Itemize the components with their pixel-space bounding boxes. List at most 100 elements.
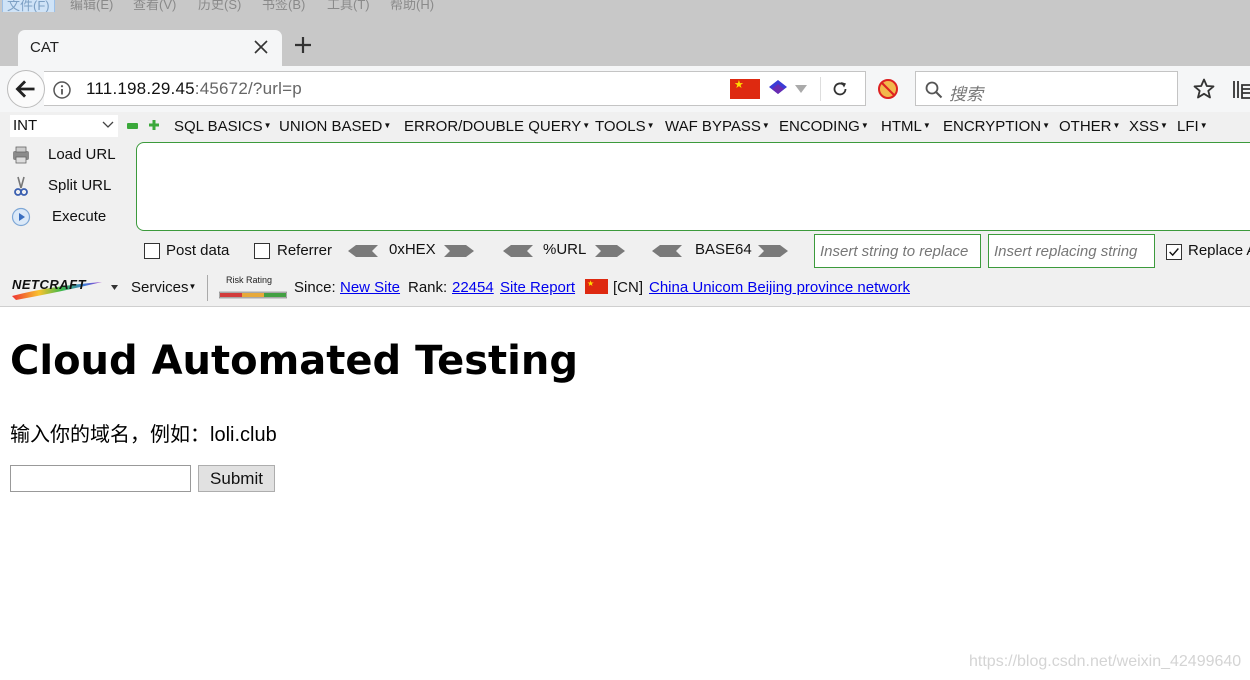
- china-flag-icon: ★: [585, 279, 608, 294]
- services-menu[interactable]: Services▼: [131, 279, 196, 296]
- watermark: https://blog.csdn.net/weixin_42499640: [969, 653, 1242, 670]
- site-report-link[interactable]: Site Report: [500, 279, 575, 296]
- menu-label: XSS: [1129, 118, 1160, 135]
- referrer-label: Referrer: [277, 242, 333, 259]
- menu-sql-basics[interactable]: SQL BASICS▼: [174, 118, 272, 135]
- minus-icon[interactable]: [127, 123, 138, 129]
- network-link[interactable]: China Unicom Beijing province network: [649, 279, 910, 296]
- injection-type-select[interactable]: INT: [10, 115, 118, 137]
- tab-title: CAT: [30, 39, 59, 56]
- menu-html[interactable]: HTML▼: [881, 118, 931, 135]
- url-path: :45672/?url=p: [194, 79, 302, 98]
- tab-cat[interactable]: CAT: [18, 30, 282, 66]
- hackbar-url-textarea[interactable]: [136, 142, 1250, 231]
- execute-label: Execute: [52, 208, 107, 225]
- menu-waf-bypass[interactable]: WAF BYPASS▼: [665, 118, 770, 135]
- close-icon[interactable]: [252, 38, 270, 56]
- menu-union-based[interactable]: UNION BASED▼: [279, 118, 391, 135]
- netcraft-toolbar: NETCRAFT Services▼ Risk Rating Since: Ne…: [0, 268, 1250, 307]
- decode-hex-arrow-icon[interactable]: [348, 245, 378, 257]
- domain-input[interactable]: [10, 465, 191, 492]
- menu-encryption[interactable]: ENCRYPTION▼: [943, 118, 1050, 135]
- replace-string-input[interactable]: Insert string to replace: [814, 234, 981, 268]
- play-icon: [11, 207, 31, 227]
- since-link[interactable]: New Site: [340, 279, 400, 296]
- menu-label: UNION BASED: [279, 118, 383, 135]
- url-separator: [820, 77, 821, 101]
- url-text[interactable]: 111.198.29.45:45672/?url=p: [86, 79, 302, 99]
- post-data-checkbox[interactable]: [144, 243, 160, 259]
- injection-type-value: INT: [13, 117, 38, 134]
- chevron-down-icon[interactable]: [795, 85, 807, 93]
- info-icon[interactable]: [52, 80, 72, 100]
- replacing-string-input[interactable]: Insert replacing string: [988, 234, 1155, 268]
- noscript-icon[interactable]: [877, 78, 899, 100]
- menu-error-double-query[interactable]: ERROR/DOUBLE QUERY▼: [404, 118, 590, 135]
- menu-edit[interactable]: 编辑(E): [70, 0, 113, 12]
- plus-icon[interactable]: [148, 119, 160, 131]
- referrer-checkbox[interactable]: [254, 243, 270, 259]
- menu-label: SQL BASICS: [174, 118, 263, 135]
- replace-all-label: Replace All: [1188, 242, 1250, 259]
- menu-label: ERROR/DOUBLE QUERY: [404, 118, 582, 135]
- menu-label: ENCRYPTION: [943, 118, 1042, 135]
- since-label: Since:: [294, 279, 336, 296]
- menu-bar: 文件(F) 编辑(E) 查看(V) 历史(S) 书签(B) 工具(T) 帮助(H…: [0, 0, 1250, 12]
- search-icon: [925, 81, 943, 99]
- menu-file[interactable]: 文件(F): [2, 0, 55, 12]
- split-url-label: Split URL: [48, 177, 112, 194]
- menu-lfi[interactable]: LFI▼: [1177, 118, 1208, 135]
- bookmark-star-icon[interactable]: [1192, 77, 1216, 101]
- menu-help[interactable]: 帮助(H): [390, 0, 434, 12]
- menu-xss[interactable]: XSS▼: [1129, 118, 1168, 135]
- chevron-down-icon: [102, 121, 114, 128]
- hackbar-panel: INT SQL BASICS▼ UNION BASED▼ ERROR/DOUBL…: [0, 112, 1250, 268]
- submit-button[interactable]: Submit: [198, 465, 275, 492]
- page-title: Cloud Automated Testing: [10, 338, 578, 384]
- encode-hex-arrow-icon[interactable]: [444, 245, 474, 257]
- country-code: [CN]: [613, 279, 643, 296]
- hex-label: 0xHEX: [389, 241, 436, 258]
- flag-star-icon: ★: [734, 79, 744, 91]
- rank-link[interactable]: 22454: [452, 279, 494, 296]
- base64-label: BASE64: [695, 241, 752, 258]
- printer-icon: [13, 146, 29, 164]
- encode-base64-arrow-icon[interactable]: [758, 245, 788, 257]
- chevron-down-icon[interactable]: [111, 285, 118, 290]
- load-url-label: Load URL: [48, 146, 116, 163]
- navigation-toolbar: 111.198.29.45:45672/?url=p ★ 搜索: [0, 66, 1250, 112]
- back-button[interactable]: [7, 70, 45, 108]
- flag-star-icon: ★: [587, 279, 595, 288]
- decode-base64-arrow-icon[interactable]: [652, 245, 682, 257]
- risk-rating-label: Risk Rating: [226, 275, 273, 285]
- menu-other[interactable]: OTHER▼: [1059, 118, 1120, 135]
- search-box[interactable]: 搜索: [915, 71, 1178, 106]
- netcraft-separator: [207, 275, 208, 301]
- menu-view[interactable]: 查看(V): [133, 0, 176, 12]
- reload-icon[interactable]: [830, 79, 850, 99]
- search-placeholder: 搜索: [949, 85, 983, 104]
- menu-bookmarks[interactable]: 书签(B): [262, 0, 305, 12]
- replace-all-checkbox[interactable]: [1166, 244, 1182, 260]
- encode-url-arrow-icon[interactable]: [595, 245, 625, 257]
- tab-strip: CAT: [0, 12, 1250, 66]
- scissors-icon: [14, 176, 28, 196]
- layers-icon[interactable]: [767, 78, 789, 100]
- menu-encoding[interactable]: ENCODING▼: [779, 118, 869, 135]
- library-icon[interactable]: [1232, 78, 1250, 100]
- menu-label: HTML: [881, 118, 922, 135]
- url-bar[interactable]: 111.198.29.45:45672/?url=p ★: [44, 71, 866, 106]
- rank-label: Rank:: [408, 279, 448, 296]
- menu-history[interactable]: 历史(S): [198, 0, 241, 12]
- china-flag-icon: ★: [730, 79, 760, 99]
- new-tab-icon[interactable]: [292, 34, 314, 56]
- domain-prompt: 输入你的域名，例如：loli.club: [10, 424, 277, 446]
- services-label: Services: [131, 279, 189, 296]
- menu-tools[interactable]: TOOLS▼: [595, 118, 655, 135]
- menu-label: LFI: [1177, 118, 1199, 135]
- netcraft-logo-text: NETCRAFT: [12, 277, 87, 292]
- menu-tools[interactable]: 工具(T): [327, 0, 370, 12]
- post-data-label: Post data: [166, 242, 230, 259]
- menu-label: ENCODING: [779, 118, 860, 135]
- decode-url-arrow-icon[interactable]: [503, 245, 533, 257]
